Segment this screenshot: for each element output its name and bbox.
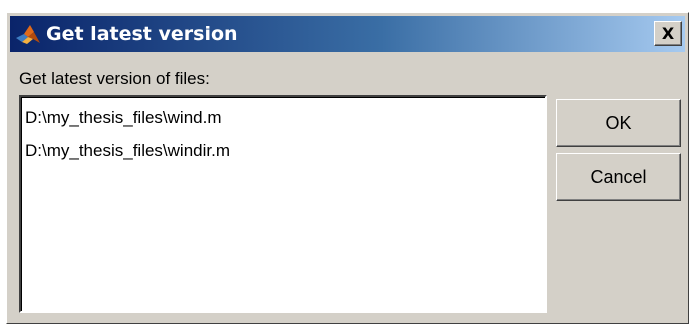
window-title: Get latest version bbox=[46, 23, 238, 45]
cancel-button[interactable]: Cancel bbox=[556, 153, 681, 201]
title-bar[interactable]: Get latest version X bbox=[10, 16, 685, 52]
files-prompt-label: Get latest version of files: bbox=[19, 69, 210, 88]
get-latest-version-dialog: Get latest version X Get latest version … bbox=[6, 12, 689, 324]
list-item[interactable]: D:\my_thesis_files\wind.m bbox=[21, 105, 545, 138]
close-icon: X bbox=[661, 24, 675, 43]
close-button[interactable]: X bbox=[654, 21, 682, 46]
matlab-logo-icon bbox=[14, 21, 42, 47]
list-item[interactable]: D:\my_thesis_files\windir.m bbox=[21, 138, 545, 171]
file-listbox[interactable]: D:\my_thesis_files\wind.m D:\my_thesis_f… bbox=[19, 95, 547, 313]
ok-button[interactable]: OK bbox=[556, 99, 681, 147]
